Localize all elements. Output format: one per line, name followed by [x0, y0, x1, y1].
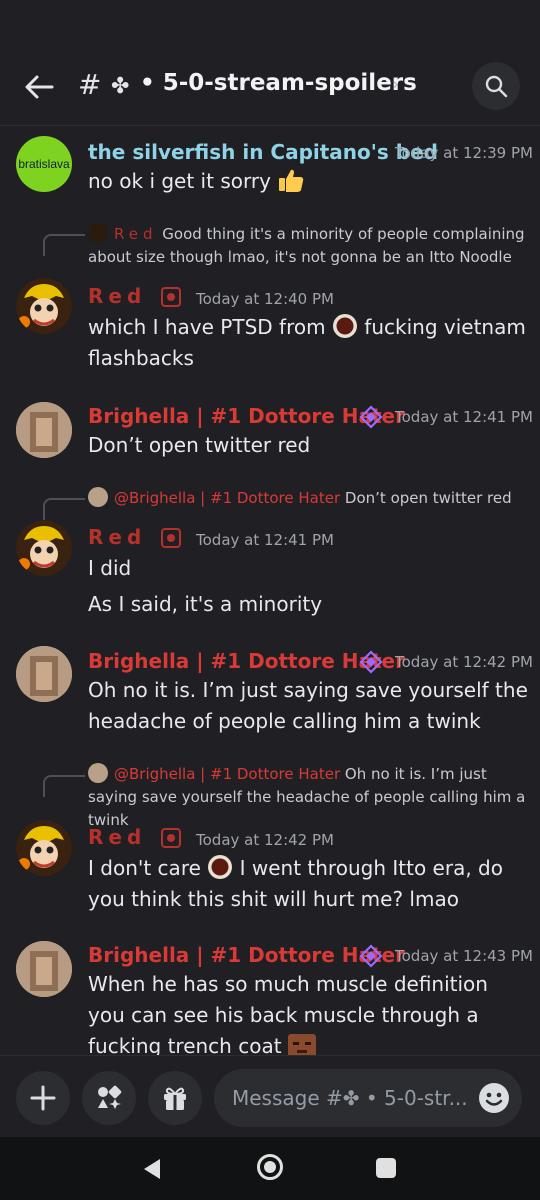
avatar-image	[16, 520, 72, 576]
reply-author: @Brighella | #1 Dottore Hater	[114, 765, 341, 783]
username[interactable]: the silverfish in Capitano's bed	[88, 140, 438, 164]
avatar[interactable]: bratislava	[16, 136, 72, 192]
message-text: no ok i get it sorry	[88, 166, 528, 197]
message[interactable]: Brighella | #1 Dottore Hater Today at 12…	[0, 644, 540, 744]
back-arrow-icon[interactable]	[22, 70, 56, 104]
role-badge-icon	[161, 528, 181, 548]
message-text: As I said, it's a minority	[88, 592, 323, 616]
timestamp: Today at 12:42 PM	[196, 831, 334, 849]
clover-emoji: ✤	[111, 74, 130, 99]
avatar-image	[16, 278, 72, 334]
apps-icon	[98, 1085, 122, 1109]
username[interactable]: Red	[88, 525, 146, 549]
message-content: no ok i get it sorry	[88, 169, 271, 193]
role-diamond-icon	[359, 650, 383, 674]
custom-emoji	[208, 855, 233, 879]
reply-preview[interactable]: @Brighella | #1 Dottore Hater Oh no it i…	[88, 763, 528, 832]
avatar[interactable]	[16, 520, 72, 576]
message[interactable]: Brighella | #1 Dottore Hater Today at 12…	[0, 398, 540, 468]
message-content: I don't care	[88, 856, 201, 880]
avatar-label: bratislava	[18, 157, 70, 171]
custom-emoji	[332, 314, 357, 338]
timestamp: Today at 12:39 PM	[395, 144, 533, 162]
reply-author: @Brighella | #1 Dottore Hater	[114, 489, 341, 507]
face-sticker-emoji	[287, 1034, 316, 1055]
mini-avatar	[88, 487, 108, 507]
message-composer: Message #✤ • 5-0-str...	[0, 1055, 540, 1138]
role-badge-icon	[161, 287, 181, 307]
message-text: When he has so much muscle definition yo…	[88, 969, 528, 1055]
avatar-image	[16, 646, 72, 702]
nav-back-icon[interactable]	[140, 1156, 164, 1182]
search-button[interactable]	[472, 62, 520, 110]
username[interactable]: Brighella | #1 Dottore Hater	[88, 404, 405, 428]
username[interactable]: Red	[88, 825, 146, 849]
timestamp: Today at 12:43 PM	[395, 947, 533, 965]
message-text: which I have PTSD from fucking vietnam f…	[88, 312, 528, 374]
chevron-right-icon[interactable]: ›	[392, 74, 399, 95]
nav-home-icon[interactable]	[255, 1152, 285, 1182]
message[interactable]: Brighella | #1 Dottore Hater Today at 12…	[0, 938, 540, 1055]
plus-icon	[30, 1085, 56, 1111]
reply-preview[interactable]: Red Good thing it's a minority of people…	[88, 223, 528, 269]
message-text: I did	[88, 556, 132, 580]
message-content: which I have PTSD from	[88, 315, 326, 339]
mini-avatar	[88, 763, 108, 783]
timestamp: Today at 12:41 PM	[395, 408, 533, 426]
avatar-image	[16, 941, 72, 997]
username[interactable]: Brighella | #1 Dottore Hater	[88, 649, 405, 673]
gift-icon	[164, 1087, 186, 1110]
nav-recents-icon[interactable]	[376, 1158, 396, 1178]
message-reply[interactable]: @Brighella | #1 Dottore Hater Don’t open…	[0, 487, 540, 627]
timestamp: Today at 12:42 PM	[395, 653, 533, 671]
role-diamond-icon	[359, 405, 383, 429]
avatar-image	[16, 820, 72, 876]
avatar[interactable]	[16, 820, 72, 876]
system-nav-bar	[0, 1137, 540, 1200]
channel-title[interactable]: • 5-0-stream-spoilers	[140, 70, 417, 96]
message-input[interactable]: Message #✤ • 5-0-str...	[214, 1069, 522, 1127]
message-input-placeholder: Message #✤ • 5-0-str...	[232, 1086, 468, 1110]
mini-avatar	[88, 223, 108, 243]
gift-button[interactable]	[148, 1071, 202, 1125]
search-icon	[485, 75, 508, 98]
reply-author: Red	[114, 225, 158, 243]
reply-connector	[43, 234, 85, 256]
message[interactable]: bratislava the silverfish in Capitano's …	[0, 130, 540, 205]
message-reply[interactable]: Red Good thing it's a minority of people…	[0, 220, 540, 380]
channel-header: # ✤ • 5-0-stream-spoilers ›	[0, 0, 540, 126]
message-text: Don’t open twitter red	[88, 433, 311, 457]
message-reply[interactable]: @Brighella | #1 Dottore Hater Oh no it i…	[0, 763, 540, 923]
message-text: I don't care I went through Itto era, do…	[88, 853, 528, 915]
timestamp: Today at 12:40 PM	[196, 290, 334, 308]
message-text: Oh no it is. I’m just saying save yourse…	[88, 678, 528, 733]
reply-preview[interactable]: @Brighella | #1 Dottore Hater Don’t open…	[88, 487, 528, 510]
role-diamond-icon	[359, 944, 383, 968]
username[interactable]: Red	[88, 284, 146, 308]
reply-text: Don’t open twitter red	[344, 489, 512, 507]
avatar-image	[16, 402, 72, 458]
hash-icon: #	[78, 68, 102, 101]
thumbs-up-emoji	[279, 169, 304, 192]
avatar[interactable]	[16, 941, 72, 997]
avatar[interactable]	[16, 278, 72, 334]
reply-connector	[43, 498, 85, 520]
emoji-smile-icon[interactable]	[478, 1082, 510, 1114]
avatar[interactable]	[16, 646, 72, 702]
avatar[interactable]	[16, 402, 72, 458]
apps-button[interactable]	[82, 1071, 136, 1125]
username[interactable]: Brighella | #1 Dottore Hater	[88, 943, 405, 967]
reply-connector	[43, 775, 85, 797]
add-attachment-button[interactable]	[16, 1071, 70, 1125]
role-badge-icon	[161, 828, 181, 848]
timestamp: Today at 12:41 PM	[196, 531, 334, 549]
